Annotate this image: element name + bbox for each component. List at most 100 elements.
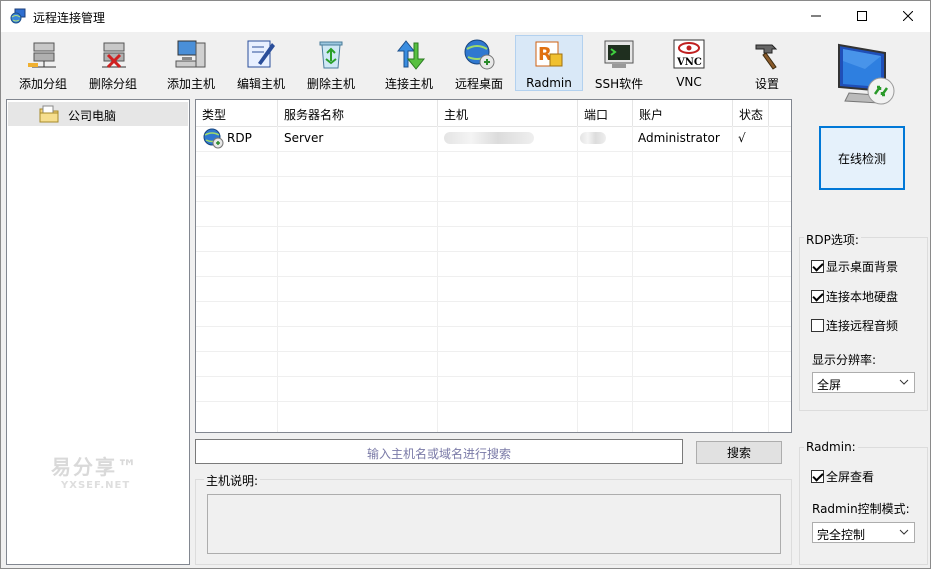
hammer-icon: [755, 44, 778, 70]
toolbar-edit-host-button[interactable]: 编辑主机: [231, 35, 291, 91]
cell-account: Administrator: [638, 131, 720, 145]
vnc-icon: VNC: [673, 39, 705, 69]
watermark-site: YXSEF.NET: [61, 480, 131, 491]
toolbar-label: 远程桌面: [454, 77, 503, 91]
connect-arrows-icon: [396, 40, 426, 70]
toolbar-label: 添加分组: [18, 77, 67, 91]
tree-item-company-computers[interactable]: 公司电脑: [8, 102, 188, 126]
toolbar-connect-host-button[interactable]: 连接主机: [379, 35, 439, 91]
toolbar-vnc-button[interactable]: VNC VNC: [659, 35, 719, 91]
group-tree[interactable]: 公司电脑: [6, 99, 190, 565]
row-divider: [196, 326, 791, 327]
tree-item-label: 公司电脑: [68, 109, 117, 123]
window-title: 远程连接管理: [33, 11, 106, 25]
toolbar-label: VNC: [676, 75, 702, 89]
toolbar-label: 删除主机: [306, 77, 355, 91]
search-input[interactable]: 输入主机名或域名进行搜索: [195, 439, 683, 464]
control-mode-label: Radmin控制模式:: [812, 502, 910, 516]
row-divider: [196, 401, 791, 402]
toolbar-remote-desktop-button[interactable]: 远程桌面: [449, 35, 509, 91]
rdp-globe-icon: [203, 128, 224, 149]
show-wallpaper-checkbox[interactable]: 显示桌面背景: [811, 258, 898, 275]
add-host-icon: [175, 40, 206, 68]
toolbar-label: 删除分组: [88, 77, 137, 91]
column-header-host[interactable]: 主机: [438, 100, 578, 126]
cell-type: RDP: [227, 131, 252, 145]
search-button[interactable]: 搜索: [696, 441, 782, 464]
resolution-select[interactable]: 全屏: [812, 372, 915, 393]
row-divider: [196, 226, 791, 227]
resolution-label: 显示分辨率:: [812, 353, 877, 367]
connect-remote-audio-checkbox[interactable]: 连接远程音频: [811, 317, 898, 334]
edit-host-icon: [247, 40, 275, 68]
maximize-icon: [857, 11, 867, 21]
add-group-icon: [28, 42, 56, 68]
rdp-options-title: RDP选项:: [804, 231, 861, 248]
row-divider: [196, 201, 791, 202]
column-divider: [437, 126, 438, 432]
row-divider: [196, 151, 791, 152]
chevron-down-icon: [899, 379, 909, 385]
remote-desktop-icon: [464, 39, 495, 70]
checkbox-unchecked-icon: [811, 319, 824, 332]
column-divider: [632, 126, 633, 432]
column-header-type[interactable]: 类型: [196, 100, 278, 126]
app-globe-icon: [10, 8, 26, 24]
checkbox-checked-icon: [811, 260, 824, 273]
minimize-button[interactable]: [793, 1, 839, 31]
column-divider: [732, 126, 733, 432]
online-check-button[interactable]: 在线检测: [819, 126, 905, 190]
cell-status: √: [738, 131, 746, 145]
toolbar-label: 编辑主机: [236, 77, 285, 91]
delete-group-icon: [102, 42, 126, 69]
toolbar-add-host-button[interactable]: 添加主机: [161, 35, 221, 91]
row-divider: [196, 376, 791, 377]
ssh-terminal-icon: [604, 40, 634, 68]
control-mode-select[interactable]: 完全控制: [812, 522, 915, 543]
checkbox-label: 连接远程音频: [826, 319, 899, 333]
header-divider: [196, 126, 791, 127]
description-field[interactable]: [207, 494, 781, 554]
toolbar-ssh-button[interactable]: SSH软件: [589, 35, 649, 91]
checkbox-checked-icon: [811, 290, 824, 303]
row-divider: [196, 176, 791, 177]
column-divider: [768, 126, 769, 432]
radmin-icon: R: [535, 41, 563, 67]
toolbar-add-group-button[interactable]: 添加分组: [13, 35, 73, 91]
toolbar-delete-group-button[interactable]: 删除分组: [83, 35, 143, 91]
checkbox-checked-icon: [811, 470, 824, 483]
folder-icon: [39, 105, 59, 123]
svg-text:VNC: VNC: [676, 57, 702, 68]
remote-monitor-icon: [838, 43, 895, 105]
maximize-button[interactable]: [839, 1, 885, 31]
toolbar-delete-host-button[interactable]: 删除主机: [301, 35, 361, 91]
column-divider: [577, 126, 578, 432]
title-bar[interactable]: 远程连接管理: [1, 1, 930, 32]
watermark-brand: 易分享™: [51, 455, 139, 479]
row-divider: [196, 251, 791, 252]
toolbar-settings-button[interactable]: 设置: [737, 35, 797, 91]
column-header-status[interactable]: 状态: [733, 100, 769, 126]
toolbar-label: Radmin: [526, 76, 572, 90]
control-mode-value: 完全控制: [817, 528, 866, 542]
close-button[interactable]: [885, 1, 931, 31]
column-header-port[interactable]: 端口: [578, 100, 633, 126]
toolbar-label: SSH软件: [594, 77, 644, 91]
cell-server-name: Server: [284, 131, 324, 145]
fullscreen-view-checkbox[interactable]: 全屏查看: [811, 468, 874, 485]
checkbox-label: 显示桌面背景: [826, 260, 899, 274]
host-table[interactable]: 类型 服务器名称 主机 端口 账户 状态 RDP Server Administ…: [195, 99, 792, 433]
description-label: 主机说明:: [204, 472, 261, 489]
checkbox-label: 连接本地硬盘: [826, 290, 899, 304]
row-divider: [196, 301, 791, 302]
connect-local-disk-checkbox[interactable]: 连接本地硬盘: [811, 288, 898, 305]
toolbar-label: 添加主机: [166, 77, 215, 91]
column-header-name[interactable]: 服务器名称: [278, 100, 438, 126]
row-divider: [196, 351, 791, 352]
toolbar-label: 设置: [754, 77, 779, 91]
main-window: 远程连接管理 添加分组 删除分组 添加主机 编辑主机 删除主机 连接主机 远程桌…: [0, 0, 931, 569]
cell-host-redacted: [444, 132, 534, 144]
toolbar-radmin-button[interactable]: R Radmin: [515, 35, 583, 91]
checkbox-label: 全屏查看: [826, 470, 875, 484]
column-header-account[interactable]: 账户: [633, 100, 733, 126]
